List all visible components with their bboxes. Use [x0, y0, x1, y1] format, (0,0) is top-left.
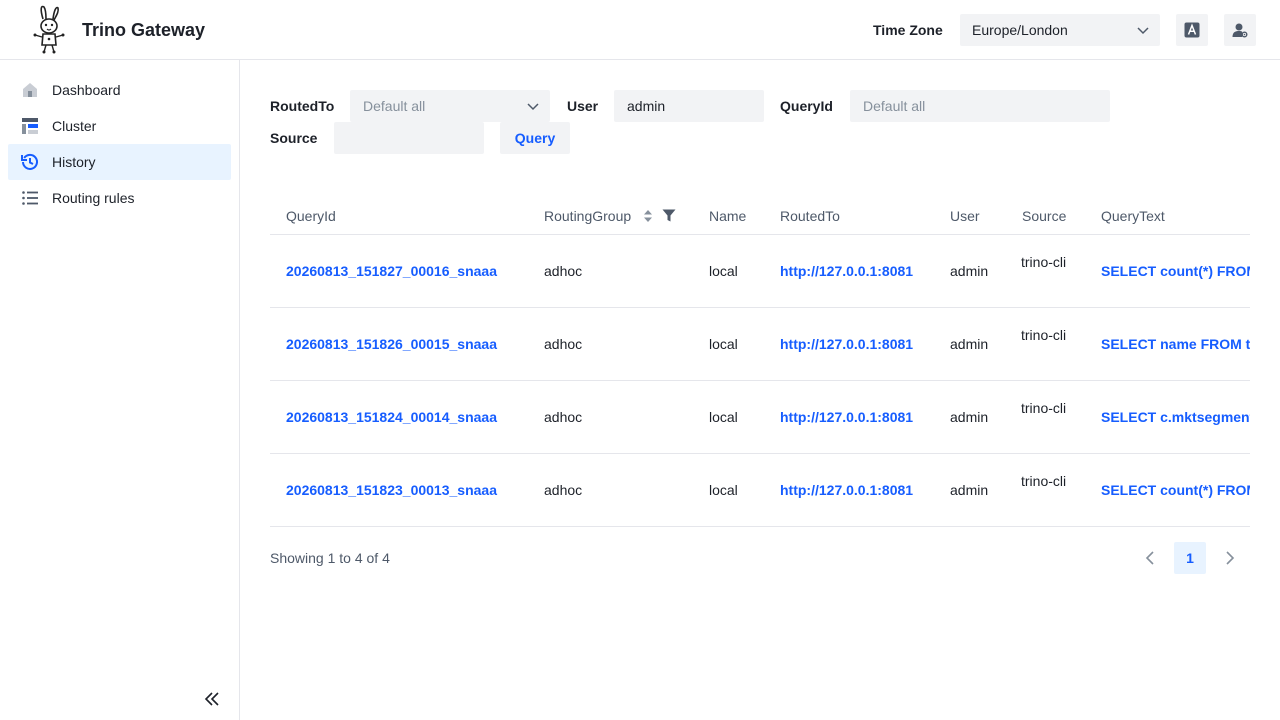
top-header: Trino Gateway Time Zone Europe/London	[0, 0, 1280, 60]
query-text-link[interactable]: SELECT count(*) FROM	[1101, 263, 1250, 279]
routed-to-link[interactable]: http://127.0.0.1:8081	[780, 409, 913, 425]
home-icon	[23, 83, 37, 97]
column-header-user: User	[950, 208, 980, 224]
filter-icon[interactable]	[662, 209, 676, 222]
source-cell: trino-cli	[1021, 473, 1067, 489]
language-button[interactable]	[1176, 14, 1208, 46]
source-cell: trino-cli	[1021, 400, 1067, 416]
column-header-routedto: RoutedTo	[780, 208, 840, 224]
routed-to-select[interactable]: Default all	[350, 90, 550, 122]
user-cell: admin	[950, 263, 989, 279]
user-settings-button[interactable]	[1224, 14, 1256, 46]
routed-to-link[interactable]: http://127.0.0.1:8081	[780, 336, 913, 352]
sort-icon[interactable]	[643, 209, 653, 223]
source-label: Source	[270, 130, 318, 146]
sidebar-item-dashboard[interactable]: Dashboard	[8, 72, 231, 108]
routing-group-cell: adhoc	[544, 482, 583, 498]
query-id-label: QueryId	[780, 98, 833, 114]
name-cell: local	[709, 336, 738, 352]
column-header-querytext: QueryText	[1101, 208, 1165, 224]
source-cell: trino-cli	[1021, 327, 1067, 343]
sidebar-item-label: Dashboard	[52, 82, 121, 98]
source-input[interactable]	[334, 122, 484, 154]
query-id-input[interactable]: Default all	[850, 90, 1110, 122]
query-id-link[interactable]: 20260813_151826_00015_snaaa	[286, 336, 497, 352]
table-row: 20260813_151823_00013_snaaa adhoc local …	[270, 454, 1250, 527]
query-id-link[interactable]: 20260813_151824_00014_snaaa	[286, 409, 497, 425]
user-settings-icon	[1232, 23, 1248, 38]
column-header-queryid: QueryId	[286, 208, 336, 224]
timezone-label: Time Zone	[873, 22, 943, 38]
routing-group-cell: adhoc	[544, 263, 583, 279]
source-cell: trino-cli	[1021, 254, 1067, 270]
history-table: QueryId RoutingGroup Name RoutedTo User …	[270, 196, 1250, 527]
timezone-select[interactable]: Europe/London	[960, 14, 1160, 46]
timezone-value: Europe/London	[972, 22, 1068, 38]
query-text-link[interactable]: SELECT c.mktsegment	[1101, 409, 1250, 425]
chevron-down-icon	[1137, 27, 1149, 35]
user-cell: admin	[950, 409, 989, 425]
chevron-right-icon[interactable]	[1221, 549, 1239, 567]
sidebar-item-cluster[interactable]: Cluster	[8, 108, 231, 144]
routed-to-link[interactable]: http://127.0.0.1:8081	[780, 482, 913, 498]
routed-to-placeholder: Default all	[363, 98, 426, 114]
trino-bunny-logo	[33, 5, 65, 54]
query-id-link[interactable]: 20260813_151827_00016_snaaa	[286, 263, 497, 279]
sidebar-item-history[interactable]: History	[8, 144, 231, 180]
language-icon	[1184, 22, 1200, 38]
table-row: 20260813_151826_00015_snaaa adhoc local …	[270, 308, 1250, 381]
app-title: Trino Gateway	[82, 20, 206, 40]
page-button-current[interactable]: 1	[1174, 542, 1206, 574]
user-cell: admin	[950, 482, 989, 498]
column-header-source: Source	[1022, 208, 1067, 224]
cluster-icon	[22, 118, 38, 134]
routed-to-link[interactable]: http://127.0.0.1:8081	[780, 263, 913, 279]
name-cell: local	[709, 409, 738, 425]
sidebar: Dashboard Cluster History Routing rules	[0, 60, 240, 720]
routing-group-cell: adhoc	[544, 336, 583, 352]
sidebar-item-label: Cluster	[52, 118, 97, 134]
user-cell: admin	[950, 336, 989, 352]
column-header-name: Name	[709, 208, 747, 224]
query-button[interactable]: Query	[500, 122, 570, 154]
table-row: 20260813_151827_00016_snaaa adhoc local …	[270, 235, 1250, 308]
query-text-link[interactable]: SELECT count(*) FROM	[1101, 482, 1250, 498]
query-id-link[interactable]: 20260813_151823_00013_snaaa	[286, 482, 497, 498]
routing-group-cell: adhoc	[544, 409, 583, 425]
table-row: 20260813_151824_00014_snaaa adhoc local …	[270, 381, 1250, 454]
table-header: QueryId RoutingGroup Name RoutedTo User …	[270, 196, 1250, 235]
sidebar-item-label: Routing rules	[52, 190, 135, 206]
name-cell: local	[709, 482, 738, 498]
history-icon	[21, 153, 38, 170]
sidebar-item-routing-rules[interactable]: Routing rules	[8, 180, 231, 216]
query-text-link[interactable]: SELECT name FROM tp	[1101, 336, 1250, 352]
column-header-routinggroup: RoutingGroup	[544, 208, 632, 224]
user-label: User	[567, 98, 599, 114]
chevron-left-icon[interactable]	[1141, 549, 1159, 567]
double-chevron-left-icon[interactable]	[203, 690, 221, 708]
chevron-down-icon	[527, 103, 539, 111]
sidebar-item-label: History	[52, 154, 96, 170]
list-icon	[22, 191, 38, 205]
user-input[interactable]: admin	[614, 90, 764, 122]
routed-to-label: RoutedTo	[270, 98, 335, 114]
pagination-summary: Showing 1 to 4 of 4	[270, 550, 390, 566]
name-cell: local	[709, 263, 738, 279]
